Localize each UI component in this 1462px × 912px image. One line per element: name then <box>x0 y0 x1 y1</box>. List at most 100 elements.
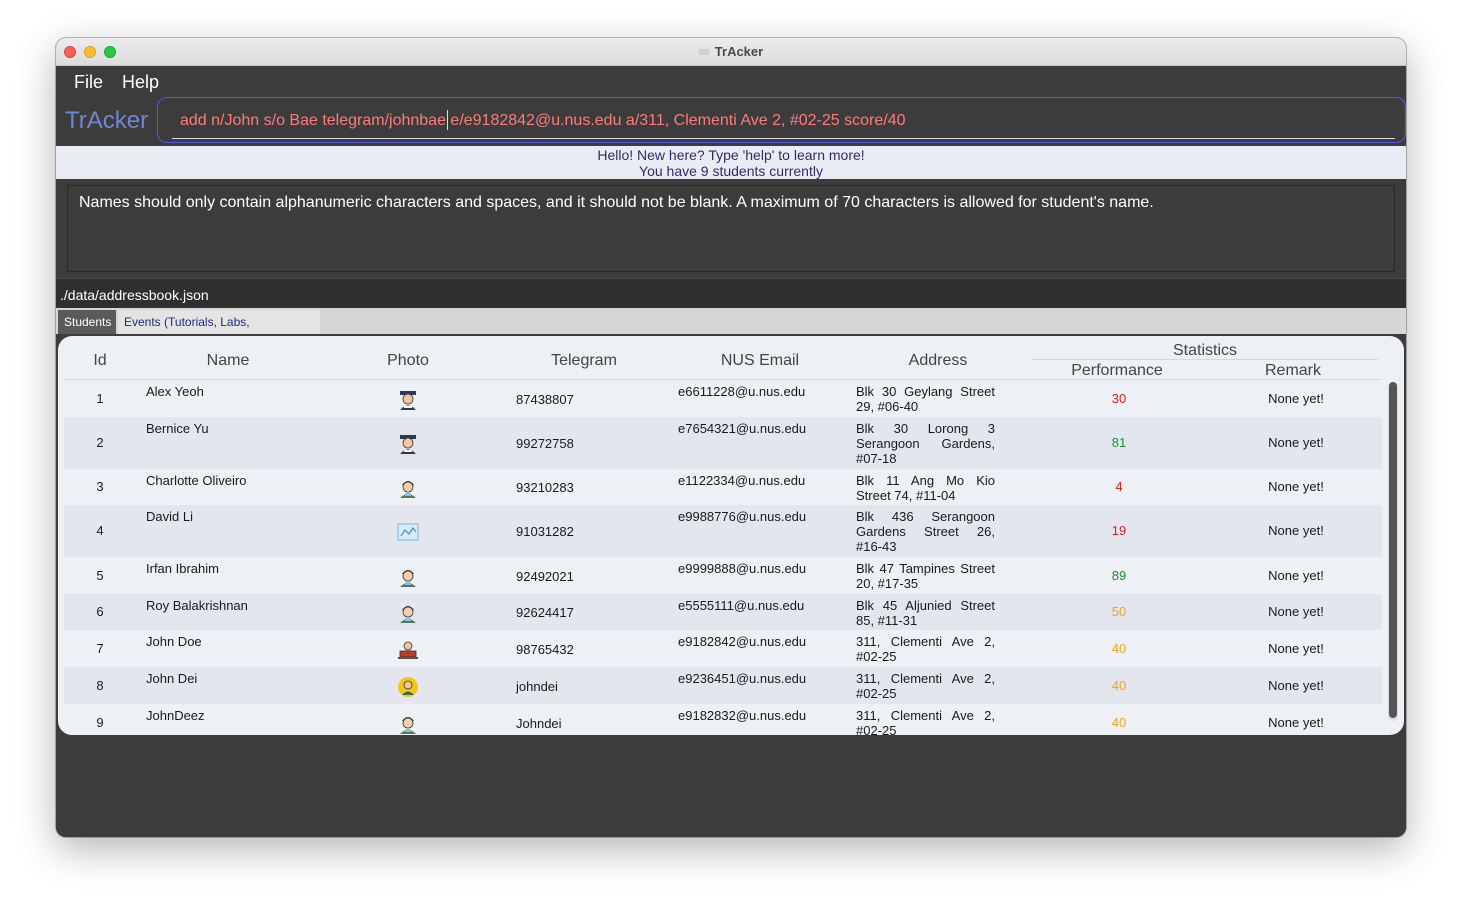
menu-bar: File Help <box>56 66 1406 96</box>
statistics-divider <box>1032 359 1378 360</box>
graduate-avatar-icon <box>397 433 419 455</box>
cell-telegram: johndei <box>516 679 558 694</box>
cell-remark: None yet! <box>1268 568 1324 583</box>
cell-id: 3 <box>96 479 104 494</box>
student-avatar-icon <box>397 477 419 499</box>
cell-email: e5555111@u.nus.edu <box>678 598 805 613</box>
cell-remark: None yet! <box>1268 479 1324 494</box>
table-row[interactable]: 8 John Dei johndei e9236451@u.nus.edu 311, C… <box>64 667 1382 704</box>
cell-email: e7654321@u.nus.edu <box>678 421 807 436</box>
header-name[interactable]: Name <box>140 352 316 370</box>
brand-label: TrAcker <box>65 107 149 134</box>
result-message: Names should only contain alphanumeric c… <box>79 194 1154 211</box>
header-photo[interactable]: Photo <box>320 352 496 370</box>
tab-students[interactable]: Students <box>58 310 116 334</box>
cell-telegram: 87438807 <box>516 392 574 407</box>
student-count-text: You have 9 students currently <box>639 163 823 179</box>
cell-remark: None yet! <box>1268 523 1324 538</box>
status-bar: ./data/addressbook.json <box>56 278 1406 308</box>
sketch-avatar-icon <box>397 521 419 543</box>
student-avatar-icon <box>397 713 419 735</box>
cell-email: e9999888@u.nus.edu <box>678 561 807 576</box>
cell-name: Irfan Ibrahim <box>146 561 219 576</box>
cell-address: Blk 11 Ang Mo Kio Street 74, #11-04 <box>856 473 995 503</box>
welcome-text: Hello! New here? Type 'help' to learn mo… <box>597 147 865 163</box>
cell-id: 1 <box>96 391 104 406</box>
table-scrollbar[interactable] <box>1388 382 1398 721</box>
cell-name: Charlotte Oliveiro <box>146 473 247 488</box>
cell-performance: 50 <box>1111 604 1127 619</box>
header-id[interactable]: Id <box>64 352 136 370</box>
table-row[interactable]: 9 JohnDeez Johndei e9182832@u.nus.edu 311, C… <box>64 704 1382 735</box>
cell-id: 8 <box>96 678 104 693</box>
cell-address: Blk 30 Lorong 3 Serangoon Gardens, #07-1… <box>856 421 995 466</box>
cell-name: Roy Balakrishnan <box>146 598 248 613</box>
cell-telegram: 92624417 <box>516 605 574 620</box>
cell-address: 311, Clementi Ave 2, #02-25 <box>856 634 995 664</box>
cell-remark: None yet! <box>1268 435 1324 450</box>
window-title: TrAcker <box>56 44 1406 59</box>
cell-email: e9988776@u.nus.edu <box>678 509 807 524</box>
tab-events[interactable]: Events (Tutorials, Labs, Consultations) <box>118 310 320 353</box>
command-input-text: add n/John s/o Bae telegram/johnbae e/e9… <box>180 112 906 129</box>
header-telegram[interactable]: Telegram <box>496 352 672 370</box>
cell-name: Alex Yeoh <box>146 384 204 399</box>
cell-remark: None yet! <box>1268 715 1324 730</box>
header-email[interactable]: NUS Email <box>672 352 848 370</box>
student-avatar-icon <box>397 566 419 588</box>
table-row[interactable]: 7 John Doe 98765432 e9182842@u.nus.edu 311, … <box>64 630 1382 667</box>
cell-email: e9182832@u.nus.edu <box>678 708 807 723</box>
window-title-text: TrAcker <box>714 44 764 59</box>
cell-remark: None yet! <box>1268 641 1324 656</box>
table-body: 1 Alex Yeoh 87438807 e6611228@u.nus.edu Blk … <box>64 380 1382 735</box>
cell-address: 311, Clementi Ave 2, #02-25 <box>856 671 995 701</box>
cell-performance: 89 <box>1111 568 1127 583</box>
graduate-avatar-icon <box>397 389 419 411</box>
table-row[interactable]: 4 David Li 91031282 e9988776@u.nus.edu Blk 4… <box>64 505 1382 557</box>
info-banner: Hello! New here? Type 'help' to learn mo… <box>56 146 1406 179</box>
header-statistics: Statistics <box>1172 342 1237 359</box>
cell-id: 4 <box>96 523 104 538</box>
menu-help[interactable]: Help <box>122 72 159 93</box>
cell-telegram: Johndei <box>516 716 562 731</box>
table-row[interactable]: 2 Bernice Yu 99272758 e7654321@u.nus.edu Blk… <box>64 417 1382 469</box>
lower-area <box>56 735 1406 837</box>
table-row[interactable]: 5 Irfan Ibrahim 92492021 e9999888@u.nus.edu… <box>64 557 1382 594</box>
menu-file[interactable]: File <box>74 72 103 93</box>
laptop-avatar-icon <box>397 639 419 661</box>
cell-email: e9182842@u.nus.edu <box>678 634 807 649</box>
command-row: TrAcker add n/John s/o Bae telegram/john… <box>56 96 1406 146</box>
cell-id: 2 <box>96 435 104 450</box>
command-input[interactable]: add n/John s/o Bae telegram/johnbae e/e9… <box>157 97 1406 143</box>
students-table: Id Name Photo Telegram NUS Email Address… <box>58 336 1404 735</box>
cell-performance: 40 <box>1111 715 1127 730</box>
result-panel: Names should only contain alphanumeric c… <box>56 179 1406 278</box>
app-icon <box>698 48 709 55</box>
tab-bar: Students Events (Tutorials, Labs, Consul… <box>56 308 1406 353</box>
cell-id: 6 <box>96 604 104 619</box>
cell-id: 5 <box>96 568 104 583</box>
header-remark[interactable]: Remark <box>1208 362 1378 380</box>
result-display[interactable]: Names should only contain alphanumeric c… <box>67 185 1395 272</box>
cell-telegram: 93210283 <box>516 480 574 495</box>
cell-performance: 19 <box>1111 523 1127 538</box>
scrollbar-thumb[interactable] <box>1389 382 1397 718</box>
cell-email: e6611228@u.nus.edu <box>678 384 806 399</box>
cell-telegram: 92492021 <box>516 569 574 584</box>
header-address[interactable]: Address <box>850 352 1026 370</box>
cell-telegram: 98765432 <box>516 642 574 657</box>
cell-performance: 40 <box>1111 641 1127 656</box>
cell-performance: 81 <box>1111 435 1127 450</box>
cell-name: David Li <box>146 509 193 524</box>
table-row[interactable]: 3 Charlotte Oliveiro 93210283 e1122334@u.nu… <box>64 469 1382 505</box>
cell-remark: None yet! <box>1268 391 1324 406</box>
data-file-path: ./data/addressbook.json <box>60 287 209 303</box>
cell-remark: None yet! <box>1268 678 1324 693</box>
title-bar: TrAcker <box>56 38 1406 66</box>
header-performance[interactable]: Performance <box>1032 362 1202 380</box>
cell-performance: 4 <box>1115 479 1123 494</box>
cell-address: Blk 30 Geylang Street 29, #06-40 <box>856 384 995 414</box>
table-row[interactable]: 6 Roy Balakrishnan 92624417 e5555111@u.nus.… <box>64 594 1382 630</box>
cell-performance: 30 <box>1111 391 1127 406</box>
table-row[interactable]: 1 Alex Yeoh 87438807 e6611228@u.nus.edu Blk … <box>64 380 1382 417</box>
